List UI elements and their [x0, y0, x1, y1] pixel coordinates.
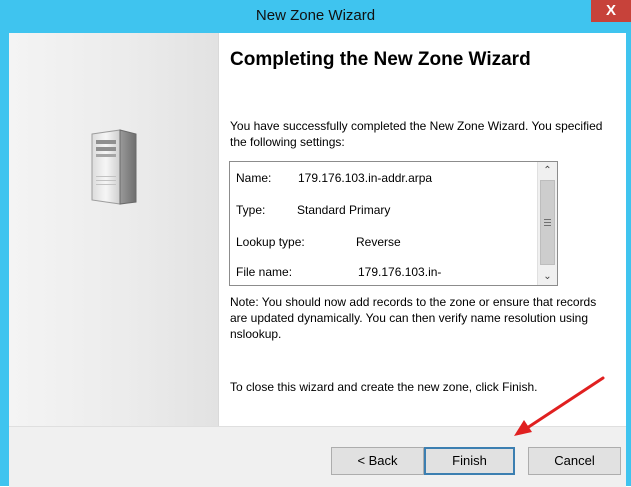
grip-line [544, 225, 551, 226]
window-frame-right [626, 33, 631, 486]
server-tower-icon [91, 129, 137, 205]
setting-value: 179.176.103.in-addr.arpa [298, 171, 433, 185]
setting-label: Lookup type: [236, 235, 305, 249]
close-button[interactable]: X [591, 0, 631, 22]
setting-label: Type: [236, 203, 266, 217]
scrollbar-thumb[interactable] [540, 180, 555, 265]
setting-label: Name: [236, 171, 272, 185]
note-text: Note: You should now add records to the … [230, 295, 597, 341]
setting-value: Standard Primary [297, 203, 391, 217]
wizard-side-panel [9, 33, 219, 426]
finish-button[interactable]: Finish [424, 447, 515, 475]
cancel-button[interactable]: Cancel [528, 447, 621, 475]
chevron-up-icon[interactable]: ⌃ [538, 162, 557, 179]
title-bar[interactable]: New Zone Wizard X [0, 0, 631, 33]
wizard-content: Completing the New Zone Wizard You have … [219, 33, 626, 426]
chevron-down-icon[interactable]: ⌄ [538, 268, 557, 285]
grip-line [544, 219, 551, 220]
vertical-scrollbar[interactable]: ⌃ ⌄ [537, 162, 557, 285]
setting-value: 179.176.103.in- [358, 265, 442, 279]
grip-line [544, 222, 551, 223]
settings-summary-box[interactable]: Name: 179.176.103.in-addr.arpa Type: Sta… [229, 161, 558, 286]
window-title: New Zone Wizard [255, 7, 376, 24]
back-button[interactable]: < Back [331, 447, 424, 475]
page-heading: Completing the New Zone Wizard [230, 49, 531, 70]
red-arrow-annotation [514, 376, 605, 436]
intro-text: You have successfully completed the New … [230, 119, 603, 149]
setting-label: File name: [236, 265, 293, 279]
setting-value: Reverse [356, 235, 401, 249]
window-frame-left [0, 33, 9, 486]
